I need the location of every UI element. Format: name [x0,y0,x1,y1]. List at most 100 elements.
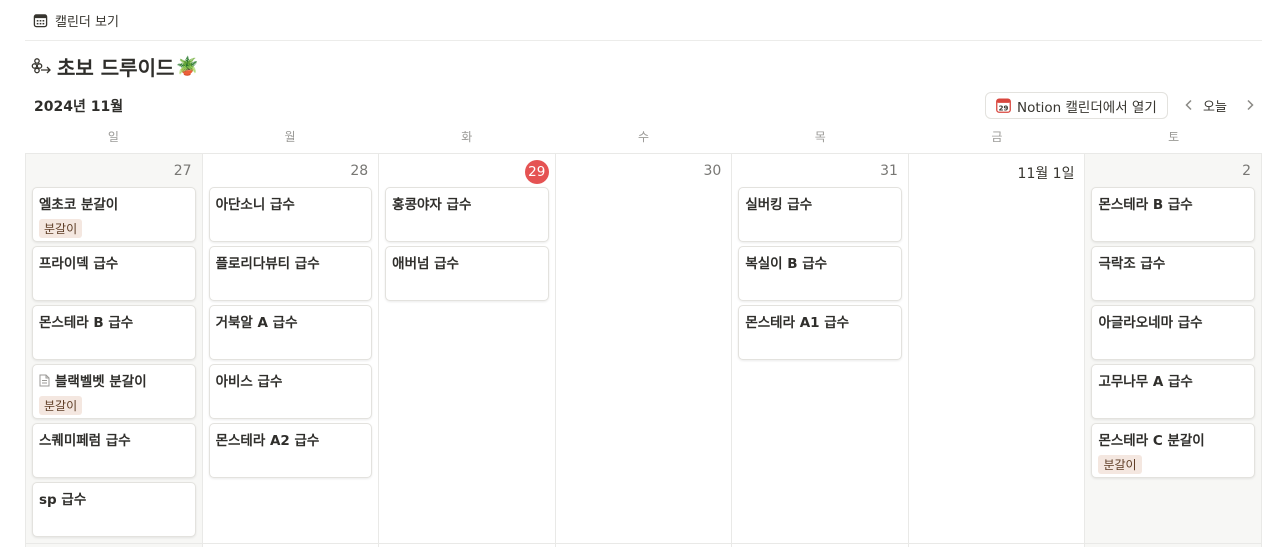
event-card[interactable]: 몬스테라 B 급수 [1091,187,1256,242]
open-in-notion-calendar-label: Notion 캘린더에서 열기 [1017,99,1157,116]
event-title: 몬스테라 B 급수 [39,311,189,331]
event-list: 몬스테라 B 급수극락조 급수아글라오네마 급수고무나무 A 급수몬스테라 C … [1091,187,1256,482]
grid-divider [25,543,1262,544]
event-title-text: 엘초코 분갈이 [39,197,119,213]
event-title-text: 애버넘 급수 [392,256,459,272]
event-title-text: 몬스테라 A1 급수 [745,315,850,331]
event-title: 아비스 급수 [216,370,366,390]
event-card[interactable]: 극락조 급수 [1091,246,1256,301]
event-title-text: 몬스테라 A2 급수 [215,433,320,449]
event-title-text: 몬스테라 B 급수 [39,315,134,331]
event-title: 홍콩야자 급수 [392,193,542,213]
event-card[interactable]: sp 급수 [32,482,196,537]
event-title-text: 몬스테라 B 급수 [1098,197,1193,213]
event-title: 프라이덱 급수 [39,252,189,272]
event-card[interactable]: 아비스 급수 [208,364,373,419]
event-card[interactable]: 복실이 B 급수 [738,246,902,301]
weekday-header: 일 월 화 수 목 금 토 [25,128,1262,148]
event-card[interactable]: 홍콩야자 급수 [385,187,549,242]
event-title: 거북알 A 급수 [216,311,366,331]
event-card[interactable]: 블랙벨벳 분갈이분갈이 [32,364,196,419]
event-title: sp 급수 [39,488,189,508]
today-date-badge: 29 [524,160,549,184]
event-title-text: 몬스테라 C 분갈이 [1098,433,1205,449]
event-title: 스퀘미페럼 급수 [39,429,189,449]
calendar-grid: 27 엘초코 분갈이 분갈이 프라이덱 급수 몬스테라 B 급수 블랙벨벳 분갈이 분갈이 스… [25,153,1263,547]
notion-calendar-icon: 29 [996,98,1011,113]
event-title-text: sp 급수 [39,492,87,508]
event-card[interactable]: 프라이덱 급수 [32,246,196,301]
event-title: 몬스테라 C 분갈이 [1098,429,1248,449]
event-title: 실버킹 급수 [745,193,895,213]
weekday-wed: 수 [637,130,650,144]
month-label: 2024년 11월 [34,99,124,115]
event-title: 플로리다뷰티 급수 [216,252,366,272]
event-card[interactable]: 엘초코 분갈이분갈이 [32,187,196,242]
day-cell[interactable]: 27 엘초코 분갈이 분갈이 프라이덱 급수 몬스테라 B 급수 블랙벨벳 분갈이 분갈이 스… [26,154,203,547]
event-card[interactable]: 스퀘미페럼 급수 [32,423,196,478]
open-in-notion-calendar-button[interactable]: 29 Notion 캘린더에서 열기 [985,92,1168,119]
event-title-text: 프라이덱 급수 [39,256,119,272]
calendar-icon [33,13,48,27]
weekday-thu: 목 [814,130,826,144]
event-title-text: 스퀘미페럼 급수 [39,433,131,449]
view-tab[interactable]: 캘린더 보기 [25,0,1262,41]
day-cell[interactable]: 2 몬스테라 B 급수 극락조 급수 아글라오네마 급수 고무나무 A 급수 몬스테라 C… [1085,154,1263,547]
event-card[interactable]: 애버넘 급수 [385,246,549,301]
event-list: 실버킹 급수복실이 B 급수몬스테라 A1 급수 [738,187,902,364]
day-cell[interactable]: 30 [556,154,733,547]
next-month-button[interactable] [1242,96,1258,114]
event-list: 아단소니 급수플로리다뷰티 급수거북알 A 급수아비스 급수몬스테라 A2 급수 [208,187,373,482]
page-title: 초보 드루이드 🪴 [31,52,199,81]
day-number: 30 [703,163,722,179]
event-card[interactable]: 몬스테라 A2 급수 [208,423,373,478]
event-title: 몬스테라 A1 급수 [745,311,895,331]
event-title: 블랙벨벳 분갈이 [39,370,189,390]
weekday-fri: 금 [991,130,1003,144]
day-cell[interactable]: 28 아단소니 급수플로리다뷰티 급수거북알 A 급수아비스 급수몬스테라 A2 … [203,154,380,547]
event-title: 엘초코 분갈이 [39,193,189,213]
event-title-text: 극락조 급수 [1098,256,1166,272]
event-title-text: 실버킹 급수 [745,197,813,213]
event-card[interactable]: 몬스테라 C 분갈이분갈이 [1091,423,1256,478]
page-title-text: 초보 드루이드 [57,56,175,80]
event-title: 아글라오네마 급수 [1098,311,1248,331]
notion-calendar-icon-day: 29 [999,103,1009,112]
event-title: 애버넘 급수 [392,252,542,272]
event-title-text: 아비스 급수 [215,374,283,390]
event-tag: 분갈이 [39,219,83,238]
day-number: 31 [880,163,898,179]
plant-network-icon [31,57,51,73]
page-icon [39,374,50,386]
event-title: 고무나무 A 급수 [1098,370,1248,390]
weekday-mon: 월 [284,130,296,144]
event-title: 몬스테라 B 급수 [1098,193,1248,213]
event-title-text: 홍콩야자 급수 [392,197,472,213]
today-button[interactable]: 오늘 [1203,96,1227,115]
event-tag: 분갈이 [39,396,83,415]
event-list: 엘초코 분갈이 분갈이 프라이덱 급수 몬스테라 B 급수 블랙벨벳 분갈이 분갈이 스퀘미… [32,187,196,541]
event-card[interactable]: 거북알 A 급수 [208,305,373,360]
event-card[interactable]: 고무나무 A 급수 [1091,364,1256,419]
event-card[interactable]: 플로리다뷰티 급수 [208,246,373,301]
event-card[interactable]: 몬스테라 B 급수 [32,305,196,360]
event-title-text: 거북알 A 급수 [215,315,298,331]
weekday-tue: 화 [461,130,473,144]
day-number: 28 [350,163,369,179]
chevron-left-icon [1185,99,1192,111]
event-title-text: 복실이 B 급수 [745,256,828,272]
previous-month-button[interactable] [1181,96,1197,114]
event-title-text: 아단소니 급수 [215,197,295,213]
event-card[interactable]: 아단소니 급수 [208,187,373,242]
event-title: 아단소니 급수 [216,193,366,213]
event-title-text: 플로리다뷰티 급수 [215,256,320,272]
event-tag: 분갈이 [1098,455,1142,474]
day-cell[interactable]: 11월 1일 [909,154,1086,547]
day-cell[interactable]: 29 홍콩야자 급수애버넘 급수 [379,154,556,547]
event-card[interactable]: 아글라오네마 급수 [1091,305,1256,360]
event-card[interactable]: 실버킹 급수 [738,187,902,242]
event-card[interactable]: 몬스테라 A1 급수 [738,305,902,360]
day-cell[interactable]: 31 실버킹 급수복실이 B 급수몬스테라 A1 급수 [732,154,909,547]
event-list: 홍콩야자 급수애버넘 급수 [385,187,549,305]
view-label: 캘린더 보기 [55,14,119,30]
